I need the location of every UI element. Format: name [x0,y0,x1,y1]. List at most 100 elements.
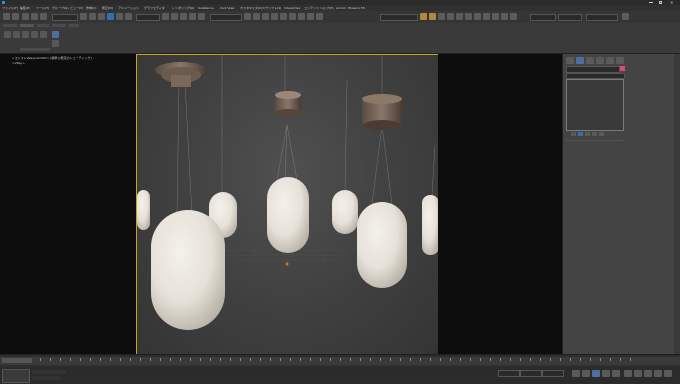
reference-coord-dropdown[interactable] [136,14,160,21]
curve-editor-icon[interactable] [271,13,278,20]
command-panel-scrollbar[interactable] [674,54,680,354]
percent-snap-icon[interactable] [189,13,196,20]
polygon-mode-icon[interactable] [40,31,47,38]
schematic-icon[interactable] [280,13,287,20]
motion-tab-icon[interactable] [596,57,604,64]
z-coordinate-field[interactable] [542,370,564,377]
viewport-left[interactable] [0,54,136,354]
menu-item-customize[interactable]: カスタマイズ(U) [240,6,262,10]
unlink-icon[interactable] [31,13,38,20]
undo-icon[interactable] [3,13,10,20]
menu-item-content[interactable]: コンテンツ [304,6,319,10]
field-of-view-icon[interactable] [654,370,662,377]
menu-item-file[interactable]: ファイル(F) [2,6,18,10]
orbit-icon[interactable] [634,370,642,377]
vray-proxy-icon[interactable] [474,13,481,20]
ribbon-tab-modeling[interactable] [3,24,17,27]
maxscript-listener[interactable] [2,369,30,383]
menu-item-interactive[interactable]: Interactive [284,6,300,10]
help-icon[interactable] [622,13,629,20]
layer-icon[interactable] [262,13,269,20]
menu-item-help[interactable]: ヘルプ(H) [320,6,334,10]
ribbon-tab-populate[interactable] [69,24,79,27]
zoom-icon[interactable] [624,370,632,377]
ribbon-tab-object-paint[interactable] [52,24,66,27]
menu-item-modify[interactable]: 修正(M) [102,6,113,10]
maximize-viewport-icon[interactable] [664,370,672,377]
named-selection-dropdown[interactable] [210,14,242,21]
angle-snap-icon[interactable] [180,13,187,20]
modifier-stack[interactable] [566,79,624,131]
maximize-icon[interactable] [659,1,662,4]
menu-item-civil-view[interactable]: Civil View [220,6,234,10]
go-to-start-icon[interactable] [572,370,580,377]
region-select-icon[interactable] [98,13,105,20]
vray-light-icon[interactable] [456,13,463,20]
border-mode-icon[interactable] [31,31,38,38]
menu-item-group[interactable]: グループ(G) [52,6,69,10]
scale-icon[interactable] [125,13,132,20]
pivot-icon[interactable] [162,13,169,20]
menu-item-substance[interactable]: Substance [198,6,214,10]
vray-icon[interactable] [438,13,445,20]
poly-modeling-icon[interactable] [4,31,11,38]
menu-item-phoenix[interactable]: Phoenix FD [348,6,365,10]
vray-plane-icon[interactable] [492,13,499,20]
object-name-field[interactable] [566,66,620,73]
menu-item-tools[interactable]: ツール(T) [36,6,49,10]
next-frame-icon[interactable] [602,370,610,377]
selection-filter-dropdown[interactable] [52,14,78,21]
select-object-icon[interactable] [80,13,87,20]
x-coordinate-field[interactable] [498,370,520,377]
snap-icon[interactable] [171,13,178,20]
align-icon[interactable] [253,13,260,20]
viewport-right[interactable] [438,54,562,354]
folder-icon[interactable] [420,13,427,20]
pan-icon[interactable] [644,370,652,377]
utilities-tab-icon[interactable] [616,57,624,64]
previous-frame-icon[interactable] [582,370,590,377]
menu-item-create[interactable]: 作成(C) [86,6,96,10]
minimize-icon[interactable] [649,2,653,3]
modify-mode-icon[interactable] [52,40,59,47]
vertex-mode-icon[interactable] [13,31,20,38]
pin-stack-icon[interactable] [571,132,576,136]
menu-item-arnold[interactable]: Arnold [336,6,346,10]
show-end-result-icon[interactable] [578,132,583,136]
bind-icon[interactable] [40,13,47,20]
rotate-icon[interactable] [116,13,123,20]
camera-viewport[interactable] [136,54,439,355]
ribbon-tab-selection[interactable] [37,24,49,27]
move-icon[interactable] [107,13,114,20]
spinner-snap-icon[interactable] [198,13,205,20]
modify-tab-icon[interactable] [576,57,584,64]
mirror-icon[interactable] [244,13,251,20]
configure-sets-icon[interactable] [599,132,604,136]
project-folder-icon[interactable] [429,13,436,20]
make-unique-icon[interactable] [585,132,590,136]
vray-camera-icon[interactable] [465,13,472,20]
vray-frame-buffer-icon[interactable] [447,13,454,20]
display-tab-icon[interactable] [606,57,614,64]
render-icon[interactable] [316,13,323,20]
redo-icon[interactable] [12,13,19,20]
workspace-dropdown[interactable] [380,14,418,21]
create-tab-icon[interactable] [566,57,574,64]
menu-item-view[interactable]: ビュー(V) [70,6,83,10]
link-icon[interactable] [22,13,29,20]
object-color-swatch[interactable] [620,66,625,71]
element-mode-icon[interactable] [52,31,59,38]
search-field[interactable] [586,14,618,21]
menu-item-animation[interactable]: アニメーション [118,6,139,10]
select-by-name-icon[interactable] [89,13,96,20]
menu-item-edit[interactable]: 編集(E) [20,6,30,10]
edge-mode-icon[interactable] [22,31,29,38]
vray-fur-icon[interactable] [483,13,490,20]
go-to-end-icon[interactable] [612,370,620,377]
remove-modifier-icon[interactable] [592,132,597,136]
user-dropdown[interactable] [530,14,556,21]
menu-item-graph-editors[interactable]: グラフエディタ [144,6,165,10]
vray-sphere-icon[interactable] [501,13,508,20]
vray-material-icon[interactable] [510,13,517,20]
hierarchy-tab-icon[interactable] [586,57,594,64]
